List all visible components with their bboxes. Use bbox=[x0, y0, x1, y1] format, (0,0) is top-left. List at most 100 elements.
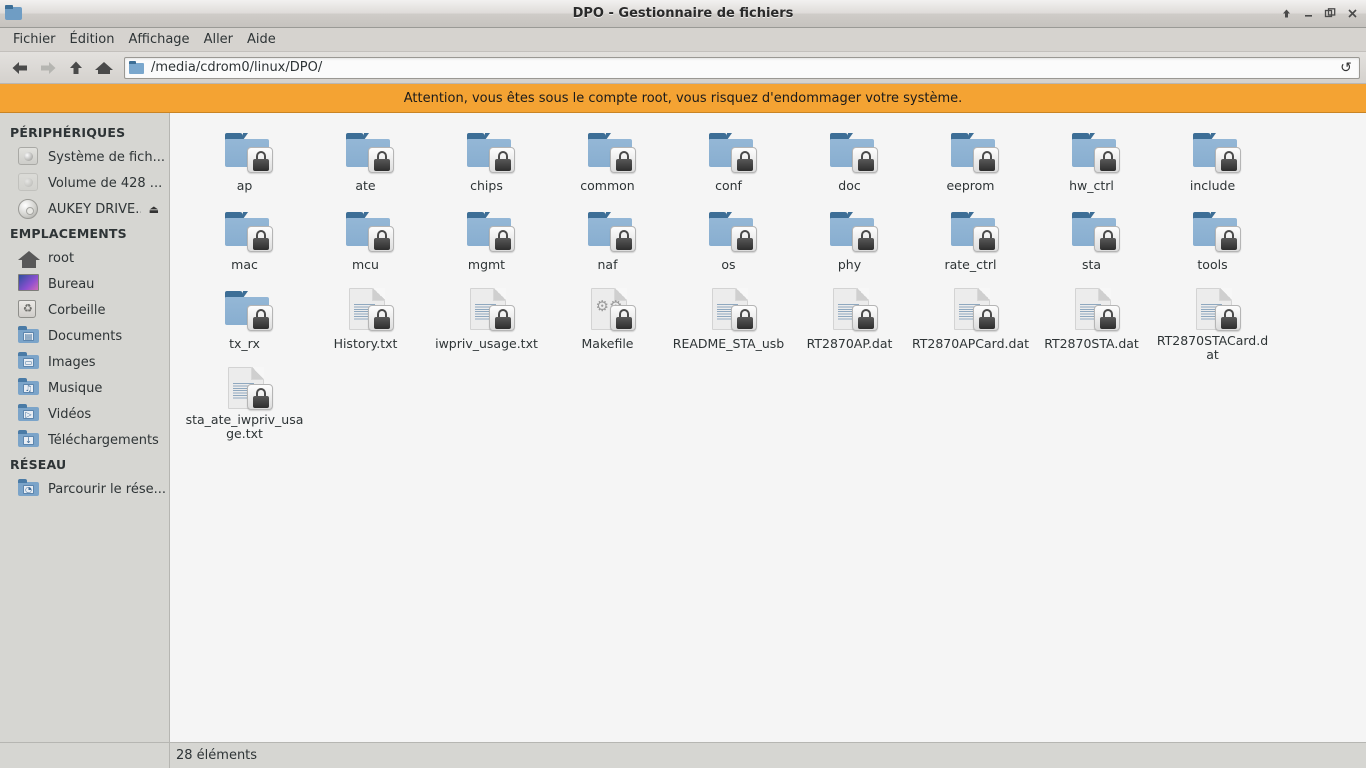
hard-drive-icon bbox=[18, 147, 40, 167]
sidebar-item-root[interactable]: root bbox=[0, 245, 169, 271]
folder-item[interactable]: common bbox=[547, 125, 668, 204]
sidebar-item-images[interactable]: ▭ Images bbox=[0, 349, 169, 375]
menu-item-aller[interactable]: Aller bbox=[197, 30, 240, 49]
folder-item[interactable]: sta bbox=[1031, 204, 1152, 283]
file-item[interactable]: History.txt bbox=[305, 283, 426, 362]
sidebar-item-volume-de-428[interactable]: Volume de 428 ... bbox=[0, 170, 169, 196]
item-label: rate_ctrl bbox=[944, 257, 997, 272]
forward-button[interactable] bbox=[34, 55, 62, 81]
folder-icon bbox=[217, 127, 273, 177]
folder-item[interactable]: eeprom bbox=[910, 125, 1031, 204]
sidebar-item-parcourir-le-r-se[interactable]: ◔ Parcourir le rése... bbox=[0, 476, 169, 502]
sidebar-group-title: EMPLACEMENTS bbox=[10, 226, 127, 241]
lock-emblem-icon bbox=[730, 147, 757, 173]
lock-emblem-icon bbox=[972, 226, 999, 252]
home-button[interactable] bbox=[90, 55, 118, 81]
file-view[interactable]: ap ate chips common conf doc eeprom hw_ctrl incl… bbox=[170, 113, 1366, 742]
text-file-icon bbox=[943, 285, 999, 335]
folder-icon bbox=[943, 206, 999, 256]
folder-item[interactable]: naf bbox=[547, 204, 668, 283]
lock-emblem-icon bbox=[488, 226, 515, 252]
menu-item-fichier[interactable]: Fichier bbox=[6, 30, 63, 49]
item-label: RT2870STACard.dat bbox=[1156, 333, 1269, 362]
menu-item-dition[interactable]: Édition bbox=[63, 30, 122, 49]
folder-item[interactable]: mcu bbox=[305, 204, 426, 283]
menu-item-affichage[interactable]: Affichage bbox=[121, 30, 196, 49]
folder-item[interactable]: mac bbox=[184, 204, 305, 283]
folder-videos-icon: ▷ bbox=[18, 404, 40, 424]
lock-emblem-icon bbox=[851, 226, 878, 252]
lock-emblem-icon bbox=[246, 305, 273, 331]
folder-item[interactable]: conf bbox=[668, 125, 789, 204]
lock-emblem-icon bbox=[488, 147, 515, 173]
close-button[interactable] bbox=[1342, 4, 1362, 24]
sidebar-item-label: Musique bbox=[48, 380, 103, 396]
sidebar-item-documents[interactable]: ▤ Documents bbox=[0, 323, 169, 349]
sidebar-item-vid-os[interactable]: ▷ Vidéos bbox=[0, 401, 169, 427]
folder-item[interactable]: os bbox=[668, 204, 789, 283]
icon-grid: ap ate chips common conf doc eeprom hw_ctrl incl… bbox=[184, 125, 1358, 441]
item-label: include bbox=[1189, 178, 1236, 193]
item-label: RT2870AP.dat bbox=[806, 336, 893, 351]
text-file-icon bbox=[1185, 285, 1241, 332]
back-button[interactable] bbox=[6, 55, 34, 81]
folder-item[interactable]: ate bbox=[305, 125, 426, 204]
folder-item[interactable]: mgmt bbox=[426, 204, 547, 283]
shade-button[interactable] bbox=[1276, 4, 1296, 24]
desktop-icon bbox=[18, 274, 40, 294]
folder-item[interactable]: include bbox=[1152, 125, 1273, 204]
sidebar-item-label: Corbeille bbox=[48, 302, 106, 318]
folder-icon bbox=[580, 206, 636, 256]
folder-documents-icon: ▤ bbox=[18, 326, 40, 346]
up-button[interactable] bbox=[62, 55, 90, 81]
lock-emblem-icon bbox=[367, 305, 394, 331]
reload-icon[interactable]: ↺ bbox=[1337, 60, 1355, 76]
sidebar-item-bureau[interactable]: Bureau bbox=[0, 271, 169, 297]
file-item[interactable]: RT2870STACard.dat bbox=[1152, 283, 1273, 362]
lock-emblem-icon bbox=[609, 305, 636, 331]
folder-item[interactable]: ap bbox=[184, 125, 305, 204]
sidebar-item-t-l-chargements[interactable]: ↓ Téléchargements bbox=[0, 427, 169, 453]
sidebar-item-label: Vidéos bbox=[48, 406, 92, 422]
lock-emblem-icon bbox=[851, 147, 878, 173]
file-item[interactable]: ⚙⚙ Makefile bbox=[547, 283, 668, 362]
item-label: ap bbox=[236, 178, 253, 193]
path-bar[interactable]: ↺ bbox=[124, 56, 1360, 79]
folder-item[interactable]: chips bbox=[426, 125, 547, 204]
menu-item-aide[interactable]: Aide bbox=[240, 30, 283, 49]
path-input[interactable] bbox=[151, 60, 1337, 75]
lock-emblem-icon bbox=[1093, 305, 1120, 331]
folder-item[interactable]: tools bbox=[1152, 204, 1273, 283]
folder-item[interactable]: rate_ctrl bbox=[910, 204, 1031, 283]
maximize-button[interactable] bbox=[1320, 4, 1340, 24]
item-label: eeprom bbox=[946, 178, 995, 193]
folder-item[interactable]: doc bbox=[789, 125, 910, 204]
folder-icon bbox=[701, 127, 757, 177]
file-item[interactable]: README_STA_usb bbox=[668, 283, 789, 362]
folder-icon bbox=[459, 127, 515, 177]
sidebar-item-aukey-drive[interactable]: AUKEY DRIVE... ⏏ bbox=[0, 196, 169, 222]
window-body: PÉRIPHÉRIQUES Système de fich... Volume de… bbox=[0, 113, 1366, 742]
item-label: mcu bbox=[352, 257, 379, 272]
sidebar-item-musique[interactable]: ♫ Musique bbox=[0, 375, 169, 401]
folder-item[interactable]: phy bbox=[789, 204, 910, 283]
sidebar-item-syst-me-de-fich[interactable]: Système de fich... bbox=[0, 144, 169, 170]
file-item[interactable]: iwpriv_usage.txt bbox=[426, 283, 547, 362]
item-label: RT2870STA.dat bbox=[1044, 336, 1139, 351]
lock-emblem-icon bbox=[972, 147, 999, 173]
file-item[interactable]: RT2870APCard.dat bbox=[910, 283, 1031, 362]
sidebar-item-label: Téléchargements bbox=[48, 432, 159, 448]
file-item[interactable]: sta_ate_iwpriv_usage.txt bbox=[184, 362, 305, 441]
file-item[interactable]: RT2870AP.dat bbox=[789, 283, 910, 362]
folder-item[interactable]: tx_rx bbox=[184, 283, 305, 362]
eject-icon[interactable]: ⏏ bbox=[149, 203, 159, 216]
folder-item[interactable]: hw_ctrl bbox=[1031, 125, 1152, 204]
item-label: naf bbox=[597, 257, 618, 272]
lock-emblem-icon bbox=[246, 147, 273, 173]
lock-emblem-icon bbox=[367, 147, 394, 173]
root-warning-text: Attention, vous êtes sous le compte root… bbox=[403, 90, 963, 106]
sidebar-item-corbeille[interactable]: Corbeille bbox=[0, 297, 169, 323]
minimize-button[interactable] bbox=[1298, 4, 1318, 24]
file-item[interactable]: RT2870STA.dat bbox=[1031, 283, 1152, 362]
folder-icon bbox=[217, 285, 273, 335]
